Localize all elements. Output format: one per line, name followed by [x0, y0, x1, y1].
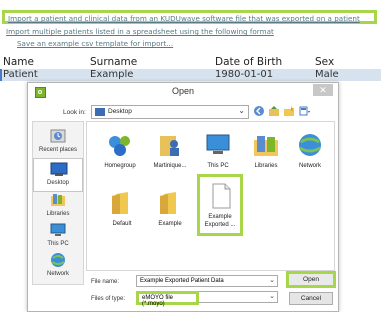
back-icon[interactable]: [253, 105, 265, 117]
file-type-dropdown[interactable]: ⌄: [199, 291, 278, 303]
cell-sex: Male: [315, 69, 339, 80]
file-type-label: Files of type:: [91, 296, 126, 302]
file-item-label: Network: [298, 163, 321, 169]
cell-name: Patient: [3, 69, 38, 80]
file-type-select[interactable]: eMOYO file (*.moyo): [136, 291, 199, 307]
place-label: Recent places: [38, 147, 78, 153]
place-label: This PC: [47, 241, 69, 247]
file-item-label: Example Exported ...: [204, 214, 236, 228]
cell-surname: Example: [90, 69, 134, 80]
save-example-csv-link[interactable]: Save an example csv template for import.…: [17, 39, 173, 48]
place-label: Network: [46, 271, 69, 277]
table-row[interactable]: Patient Example 1980-01-01 Male: [0, 69, 381, 81]
file-name-label: File name:: [91, 279, 120, 285]
look-in-value: Desktop: [108, 108, 132, 115]
place-label: Libraries: [46, 211, 70, 217]
user-folder-icon: [160, 136, 179, 156]
folder-icon: [112, 192, 128, 214]
network-icon: [51, 253, 65, 267]
chevron-down-icon[interactable]: ⌄: [269, 292, 275, 300]
recent-places-icon: [50, 129, 66, 143]
patient-table: Name Surname Date of Birth Sex Patient E…: [0, 56, 381, 81]
look-in-select[interactable]: Desktop ⌄: [91, 105, 249, 119]
chevron-down-icon: ⌄: [238, 106, 245, 115]
import-file-link[interactable]: Import a patient and clinical data from …: [8, 14, 360, 23]
dialog-title: Open: [171, 86, 195, 96]
file-item-homegroup[interactable]: Homegroup: [97, 128, 143, 184]
homegroup-icon: [109, 136, 130, 156]
close-button[interactable]: ✕: [313, 84, 333, 96]
dialog-titlebar[interactable]: Open ✕: [28, 83, 338, 101]
new-folder-icon[interactable]: [283, 105, 295, 117]
place-this-pc[interactable]: This PC: [33, 220, 83, 254]
file-item-libraries[interactable]: Libraries: [243, 128, 289, 184]
import-file-highlight: Import a patient and clinical data from …: [2, 10, 377, 24]
place-label: Desktop: [46, 180, 69, 186]
file-item-default[interactable]: Default: [99, 186, 145, 242]
place-desktop[interactable]: Desktop: [33, 158, 83, 192]
open-file-dialog: Open ✕ Look in: Desktop ⌄ Recent places …: [27, 82, 339, 312]
computer-icon: [50, 223, 66, 236]
file-item-label: Default: [112, 221, 132, 227]
import-links-panel: Import a patient and clinical data from …: [0, 0, 381, 56]
file-item-label: Example: [158, 221, 182, 227]
cell-dob: 1980-01-01: [215, 69, 274, 80]
file-item-example[interactable]: Example: [147, 186, 193, 242]
network-icon: [299, 134, 321, 156]
file-item-label: This PC: [207, 163, 229, 169]
up-folder-icon[interactable]: [268, 105, 280, 117]
file-icon: [212, 183, 231, 209]
libraries-icon: [254, 136, 278, 156]
file-item-example-exported[interactable]: Example Exported ...: [197, 174, 243, 236]
column-header-dob[interactable]: Date of Birth: [215, 56, 282, 68]
place-libraries[interactable]: Libraries: [33, 190, 83, 224]
file-item-network[interactable]: Network: [287, 128, 333, 184]
places-bar: Recent places Desktop Libraries This PC …: [32, 121, 84, 285]
look-in-label: Look in:: [63, 109, 86, 116]
desktop-folder-icon: [95, 108, 105, 116]
table-header: Name Surname Date of Birth Sex: [0, 56, 381, 68]
column-header-surname[interactable]: Surname: [90, 56, 137, 68]
file-item-user[interactable]: Martinique...: [147, 128, 193, 184]
column-header-sex[interactable]: Sex: [315, 56, 334, 68]
open-button[interactable]: Open: [286, 271, 336, 288]
file-type-value: eMOYO file (*.moyo): [142, 295, 174, 307]
place-recent-places[interactable]: Recent places: [33, 126, 83, 160]
cancel-button[interactable]: Cancel: [289, 292, 333, 305]
import-multiple-link[interactable]: Import multiple patients listed in a spr…: [6, 27, 274, 36]
row-selection-marker: [0, 69, 2, 81]
file-name-value: Example Exported Patient Data: [140, 278, 224, 284]
folder-icon: [160, 192, 176, 214]
file-item-label: Libraries: [254, 163, 278, 169]
file-name-input[interactable]: Example Exported Patient Data ⌄: [136, 275, 278, 287]
file-item-label: Martinique...: [153, 163, 187, 169]
column-header-name[interactable]: Name: [3, 56, 34, 68]
file-item-label: Homegroup: [104, 163, 136, 169]
computer-icon: [206, 134, 230, 154]
chevron-down-icon[interactable]: ⌄: [269, 276, 275, 284]
file-list[interactable]: Homegroup Martinique... This PC Librarie…: [86, 121, 335, 271]
libraries-icon: [51, 194, 65, 206]
place-network[interactable]: Network: [33, 250, 83, 284]
desktop-icon: [50, 162, 68, 176]
view-menu-icon[interactable]: [299, 105, 311, 117]
